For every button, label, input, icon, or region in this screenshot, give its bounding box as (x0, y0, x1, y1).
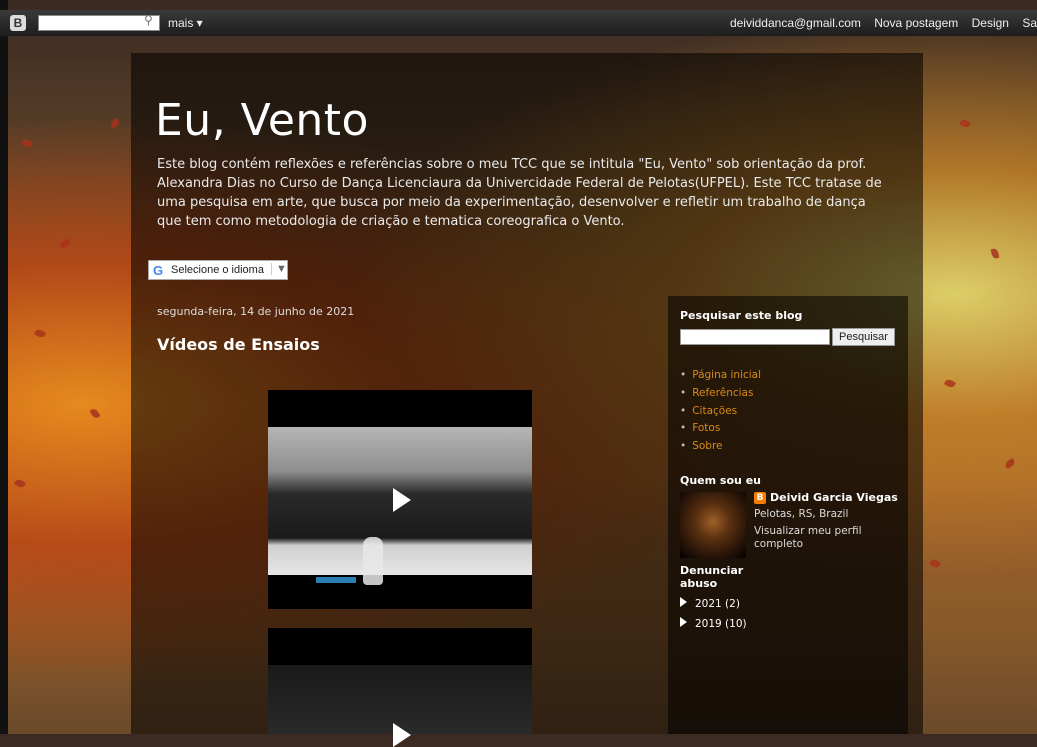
chairs-image (316, 577, 356, 583)
search-widget-heading: Pesquisar este blog (680, 309, 803, 322)
window-edge (0, 0, 8, 734)
archive-label[interactable]: 2019 (10) (695, 618, 747, 630)
language-select[interactable]: G Selecione o idioma ▼ (148, 260, 288, 280)
navbar-right-links: deividdanca@gmail.com Nova postagem Desi… (720, 16, 1037, 30)
page-link-home[interactable]: Página inicial (680, 367, 761, 385)
blog-title[interactable]: Eu, Vento (155, 95, 369, 146)
dancer-image (363, 537, 383, 585)
signout-link[interactable]: Sa (1022, 16, 1037, 30)
search-icon[interactable]: ⚲ (144, 13, 153, 27)
video-player[interactable] (268, 628, 532, 747)
avatar[interactable] (680, 492, 746, 558)
google-icon: G (153, 263, 164, 278)
page-link-references[interactable]: Referências (680, 385, 761, 403)
view-profile-link[interactable]: Visualizar meu perfil completo (754, 525, 874, 551)
page-link-about[interactable]: Sobre (680, 438, 761, 456)
search-button[interactable]: Pesquisar (832, 328, 895, 346)
blog-description: Este blog contém reflexões e referências… (157, 157, 882, 229)
archive-label[interactable]: 2021 (2) (695, 598, 740, 610)
profile-name-link[interactable]: Deivid Garcia Viegas (770, 491, 898, 504)
post-date: segunda-feira, 14 de junho de 2021 (157, 305, 355, 318)
post-title[interactable]: Vídeos de Ensaios (157, 335, 320, 354)
page-link-photos[interactable]: Fotos (680, 420, 761, 438)
navbar-search-input[interactable] (38, 15, 160, 31)
blogger-navbar: B ⚲ mais ▾ deividdanca@gmail.com Nova po… (0, 10, 1037, 36)
blog-search-input[interactable] (680, 329, 830, 345)
profile-heading: Quem sou eu (680, 474, 761, 487)
dropdown-arrow-icon: ▼ (271, 263, 287, 275)
archive-item[interactable]: 2019 (10) (680, 617, 747, 630)
design-link[interactable]: Design (972, 16, 1009, 30)
video-player[interactable] (268, 390, 532, 609)
profile-location: Pelotas, RS, Brazil (754, 508, 849, 520)
pages-list: Página inicial Referências Citações Foto… (680, 367, 761, 456)
play-icon[interactable] (393, 488, 411, 512)
new-post-link[interactable]: Nova postagem (874, 16, 958, 30)
page-link-citations[interactable]: Citações (680, 403, 761, 421)
language-select-label: Selecione o idioma (171, 264, 264, 276)
archive-item[interactable]: 2021 (2) (680, 597, 740, 610)
blogger-profile-icon: B (754, 492, 766, 504)
expand-triangle-icon[interactable] (680, 617, 687, 627)
report-abuse-link[interactable]: Denunciar abuso (680, 564, 760, 590)
user-email-link[interactable]: deividdanca@gmail.com (730, 16, 861, 30)
more-menu-button[interactable]: mais ▾ (168, 16, 203, 30)
blogger-logo-icon[interactable]: B (10, 15, 26, 31)
play-icon[interactable] (393, 723, 411, 747)
expand-triangle-icon[interactable] (680, 597, 687, 607)
